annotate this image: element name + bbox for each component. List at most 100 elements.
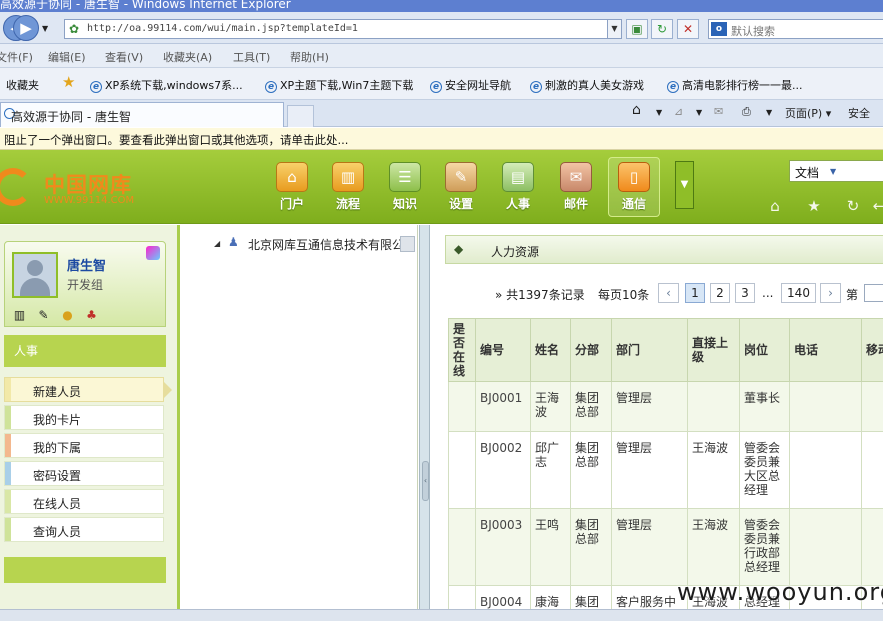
nav-portal[interactable]: ⌂ 门户 [270, 162, 314, 214]
col-manager[interactable]: 直接上级 [687, 318, 740, 382]
history-dropdown-icon[interactable]: ▼ [42, 24, 48, 33]
book-icon[interactable]: ▥ [12, 308, 27, 322]
prev-page-button[interactable]: ‹ [658, 283, 679, 303]
nav-communication[interactable]: ▯ 通信 [608, 157, 660, 217]
search-input[interactable]: o 默认搜索 [708, 19, 883, 39]
tree-collapse-icon[interactable]: ◢ [214, 239, 220, 248]
sidebar-item-new-employee[interactable]: 新建人员 [4, 377, 172, 402]
table-row[interactable]: BJ0002 邱广志 集团总部 管理层 王海波 管委会委员兼大区总经理 [448, 431, 883, 509]
menu-tools[interactable]: 工具(T) [233, 49, 270, 65]
forward-button[interactable]: ▶ [13, 15, 39, 41]
nav-settings[interactable]: ✎ 设置 [439, 162, 483, 214]
sidebar-item-subordinates[interactable]: 我的下属 [4, 433, 164, 458]
refresh-icon[interactable]: ↻ [844, 197, 862, 215]
refresh-icon[interactable]: ↻ [651, 19, 673, 39]
page-menu[interactable]: 页面(P) ▾ [785, 105, 831, 121]
next-page-button[interactable]: › [820, 283, 841, 303]
favorite-link-4[interactable]: e 刺激的真人美女游戏 [530, 77, 644, 93]
note-icon[interactable]: ✎ [36, 308, 51, 322]
cell-manager [687, 381, 740, 432]
goto-page-input[interactable] [864, 284, 883, 302]
panel-splitter[interactable]: ‹ [419, 225, 430, 609]
url-field[interactable]: ✿ http://oa.99114.com/wui/main.jsp?templ… [64, 19, 622, 39]
employee-table: 是否在线 编号 姓名 分部 部门 直接上级 岗位 电话 移动 BJ0001 王海… [448, 318, 883, 621]
search-placeholder: 默认搜索 [731, 25, 775, 38]
sidebar-item-my-card[interactable]: 我的卡片 [4, 405, 164, 430]
url-dropdown-icon[interactable]: ▼ [607, 20, 621, 38]
new-tab-button[interactable] [287, 105, 314, 127]
feeds-icon[interactable]: ⊿ [674, 105, 683, 118]
compat-view-icon[interactable]: ▣ [626, 19, 648, 39]
page-1[interactable]: 1 [685, 283, 705, 303]
cell-name[interactable]: 王海波 [530, 381, 571, 432]
col-phone[interactable]: 电话 [789, 318, 862, 382]
popup-blocked-infobar[interactable]: 阻止了一个弹出窗口。要查看此弹出窗口或其他选项，请单击此处... [0, 128, 883, 150]
favorite-link-1[interactable]: e XP系统下载,windows7系... [90, 77, 243, 93]
tree-scrollbar[interactable] [400, 236, 415, 252]
print-dropdown-icon[interactable]: ▼ [766, 108, 772, 117]
stop-icon[interactable]: ✕ [677, 19, 699, 39]
menu-file[interactable]: 文件(F) [0, 49, 33, 65]
status-badge-icon[interactable] [146, 246, 160, 260]
nav-more-button[interactable]: ▼ [675, 161, 694, 209]
col-name[interactable]: 姓名 [530, 318, 571, 382]
col-post[interactable]: 岗位 [739, 318, 790, 382]
bar-chart-icon: ▥ [332, 162, 364, 192]
sidebar-item-search-users[interactable]: 查询人员 [4, 517, 164, 542]
cell-mobile [861, 381, 883, 432]
sidebar-item-online-users[interactable]: 在线人员 [4, 489, 164, 514]
table-row[interactable]: BJ0003 王鸣 集团总部 管理层 王海波 管委会委员兼行政部总经理 [448, 508, 883, 586]
avatar[interactable] [12, 252, 58, 298]
home-icon[interactable]: ⌂ [632, 102, 641, 118]
favorite-link-3[interactable]: e 安全网址导航 [430, 77, 511, 93]
table-row[interactable]: BJ0001 王海波 集团总部 管理层 董事长 [448, 381, 883, 432]
color-bar [5, 462, 11, 485]
cell-phone [789, 431, 862, 509]
cell-name[interactable]: 王鸣 [530, 508, 571, 586]
user-department: 开发组 [67, 278, 104, 292]
cell-phone [789, 381, 862, 432]
home-icon[interactable]: ⌂ [766, 197, 784, 215]
mail-icon[interactable]: ✉ [714, 105, 723, 118]
page-2[interactable]: 2 [710, 283, 730, 303]
content-title-bar: ◆ 人力资源 [445, 235, 883, 264]
table-header-row: 是否在线 编号 姓名 分部 部门 直接上级 岗位 电话 移动 [448, 318, 883, 382]
col-branch[interactable]: 分部 [570, 318, 612, 382]
nav-workflow[interactable]: ▥ 流程 [326, 162, 370, 214]
col-code[interactable]: 编号 [475, 318, 531, 382]
safety-menu[interactable]: 安全 [848, 105, 870, 121]
add-favorite-star-icon[interactable]: ★ [62, 73, 75, 91]
col-mobile[interactable]: 移动 [861, 318, 883, 382]
menu-view[interactable]: 查看(V) [105, 49, 143, 65]
org-chart-icon[interactable]: ♣ [84, 308, 99, 322]
cell-dept: 管理层 [611, 508, 688, 586]
print-icon[interactable]: ⎙ [742, 105, 751, 119]
nav-knowledge[interactable]: ☰ 知识 [383, 162, 427, 214]
sidebar-item-password[interactable]: 密码设置 [4, 461, 164, 486]
menu-favorites[interactable]: 收藏夹(A) [163, 49, 212, 65]
nav-mail[interactable]: ✉ 邮件 [554, 162, 598, 214]
doc-type-select[interactable]: 文档 ▼ [789, 160, 883, 182]
favorite-star-icon[interactable]: ★ [805, 197, 823, 215]
cell-name[interactable]: 邱广志 [530, 431, 571, 509]
envelope-icon: ✉ [560, 162, 592, 192]
menu-help[interactable]: 帮助(H) [290, 49, 329, 65]
col-dept[interactable]: 部门 [611, 318, 688, 382]
favorite-link-5[interactable]: e 高清电影排行榜一一最... [667, 77, 803, 93]
back-icon[interactable]: ← [870, 197, 883, 215]
page-3[interactable]: 3 [735, 283, 755, 303]
color-bar [5, 378, 11, 401]
feeds-dropdown-icon[interactable]: ▼ [696, 108, 702, 117]
favorites-button[interactable]: 收藏夹 [6, 77, 39, 93]
col-online[interactable]: 是否在线 [448, 318, 476, 382]
user-name[interactable]: 唐生智 [67, 255, 106, 274]
page-last[interactable]: 140 [781, 283, 816, 303]
collapse-arrow-icon[interactable]: ‹ [422, 461, 429, 501]
home-dropdown-icon[interactable]: ▼ [656, 108, 662, 117]
tree-node-root[interactable]: 北京网库互通信息技术有限公司 [248, 236, 416, 253]
lock-icon[interactable]: ● [60, 308, 75, 322]
browser-tab-active[interactable]: 高效源于协同 - 唐生智 [0, 102, 284, 127]
nav-hr[interactable]: ▤ 人事 [496, 162, 540, 214]
favorite-link-2[interactable]: e XP主题下载,Win7主题下载 [265, 77, 413, 93]
menu-edit[interactable]: 编辑(E) [48, 49, 86, 65]
